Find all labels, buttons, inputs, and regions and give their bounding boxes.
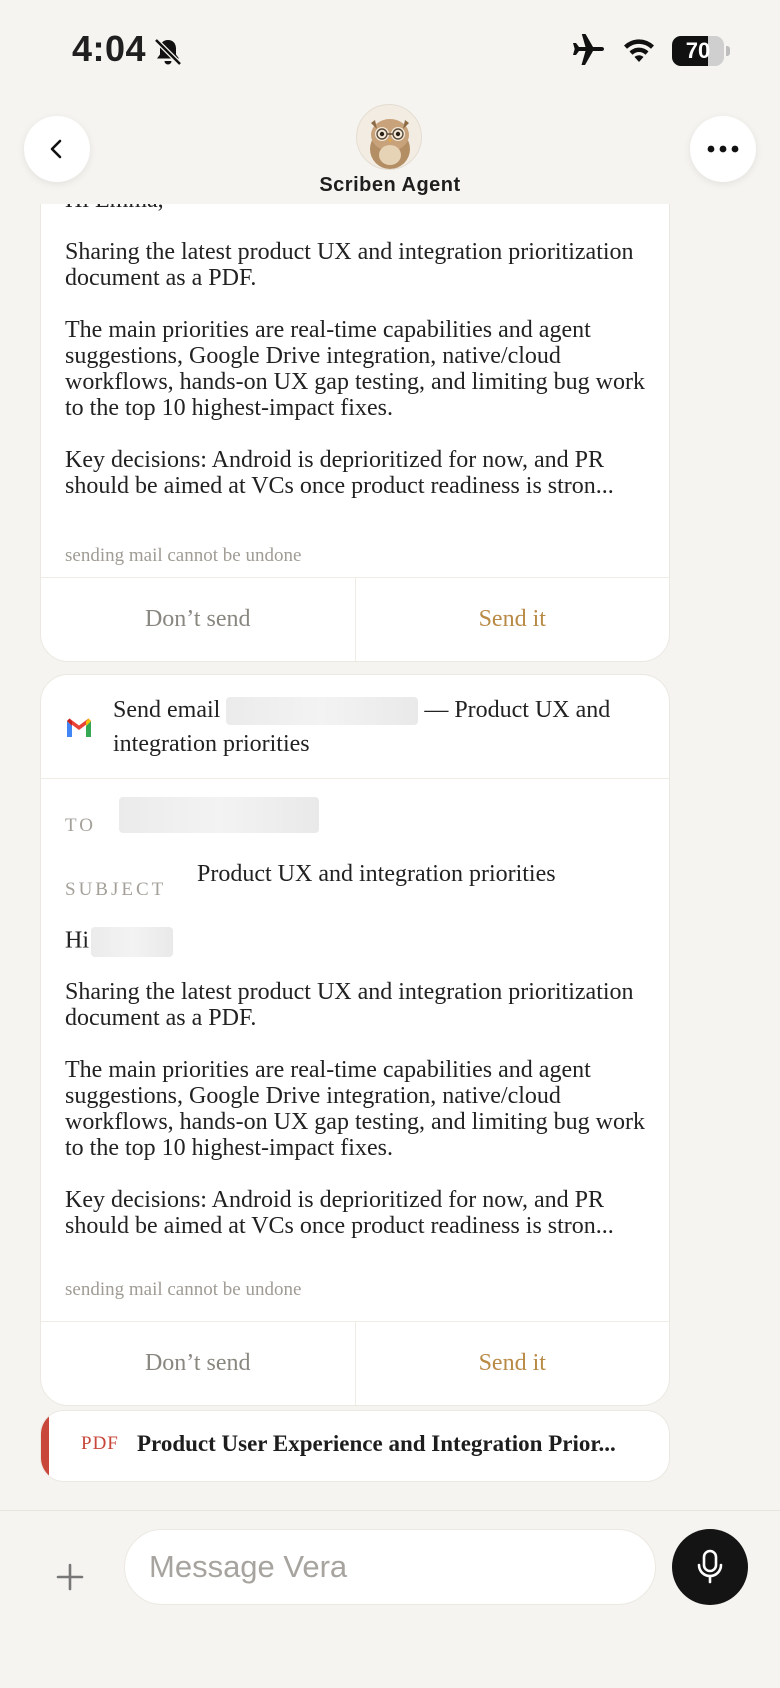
email-actions: Don’t send Send it <box>41 1321 669 1405</box>
message-input[interactable] <box>124 1529 656 1605</box>
conversation-scroll[interactable]: Hi Emma, Sharing the latest product UX a… <box>0 204 780 1510</box>
email-draft-card: Hi Emma, Sharing the latest product UX a… <box>40 204 670 662</box>
to-label: TO <box>65 815 96 836</box>
undo-warning: sending mail cannot be undone <box>65 1279 302 1300</box>
agent-avatar <box>356 104 422 170</box>
email-body: Hi Sharing the latest product UX and int… <box>41 903 669 1239</box>
pdf-attachment-card[interactable]: PDF Product User Experience and Integrat… <box>40 1410 670 1482</box>
back-button[interactable] <box>24 116 90 182</box>
email-card-title: Send email — Product UX and integration … <box>113 693 643 761</box>
email-title-prefix: Send email <box>113 697 221 723</box>
pdf-title: Product User Experience and Integration … <box>137 1431 616 1456</box>
pdf-accent-bar <box>41 1411 49 1481</box>
email-paragraph: Sharing the latest product UX and integr… <box>65 979 634 1031</box>
email-paragraph: Sharing the latest product UX and integr… <box>65 239 634 291</box>
email-paragraph: The main priorities are real-time capabi… <box>65 317 645 421</box>
more-options-button[interactable] <box>690 116 756 182</box>
plus-icon <box>56 1563 84 1591</box>
subject-value: Product UX and integration priorities <box>197 861 556 887</box>
send-it-button[interactable]: Send it <box>356 578 670 661</box>
message-composer <box>0 1510 780 1688</box>
redacted-name <box>91 927 173 957</box>
email-paragraph: The main priorities are real-time capabi… <box>65 1057 645 1161</box>
agent-name: Scriben Agent <box>319 174 461 196</box>
email-paragraph: Key decisions: Android is deprioritized … <box>65 1187 614 1239</box>
wifi-icon <box>624 39 654 62</box>
email-greeting: Hi <box>65 927 645 957</box>
chevron-left-icon <box>50 139 62 159</box>
pdf-type-label: PDF <box>81 1433 119 1454</box>
send-it-button[interactable]: Send it <box>356 1322 670 1405</box>
chat-header: Scriben Agent <box>0 100 780 204</box>
undo-warning: sending mail cannot be undone <box>65 545 302 566</box>
redacted-recipient <box>226 697 419 726</box>
status-bar: 4:04 70 <box>0 0 780 100</box>
email-body: Hi Emma, Sharing the latest product UX a… <box>41 204 669 499</box>
email-actions: Don’t send Send it <box>41 577 669 661</box>
airplane-icon <box>573 34 604 65</box>
greeting-text: Hi <box>65 927 89 954</box>
redacted-to-address <box>119 797 319 833</box>
bell-muted-icon <box>154 38 182 66</box>
email-paragraph: Key decisions: Android is deprioritized … <box>65 447 614 499</box>
battery-percent: 70 <box>685 38 711 63</box>
status-time: 4:04 <box>72 28 147 69</box>
microphone-icon <box>697 1549 723 1584</box>
battery-indicator: 70 <box>672 36 730 66</box>
voice-input-button[interactable] <box>672 1529 748 1605</box>
email-draft-card: Send email — Product UX and integration … <box>40 674 670 1406</box>
add-attachment-button[interactable] <box>48 1555 92 1599</box>
owl-icon <box>370 119 410 169</box>
subject-label: SUBJECT <box>65 879 167 900</box>
more-horizontal-icon <box>707 145 739 153</box>
dont-send-button[interactable]: Don’t send <box>41 578 356 661</box>
dont-send-button[interactable]: Don’t send <box>41 1322 356 1405</box>
email-fields: TO SUBJECT Product UX and integration pr… <box>41 779 669 903</box>
email-greeting: Hi Emma, <box>65 204 645 213</box>
gmail-icon <box>67 718 91 737</box>
email-card-header: Send email — Product UX and integration … <box>41 675 669 779</box>
